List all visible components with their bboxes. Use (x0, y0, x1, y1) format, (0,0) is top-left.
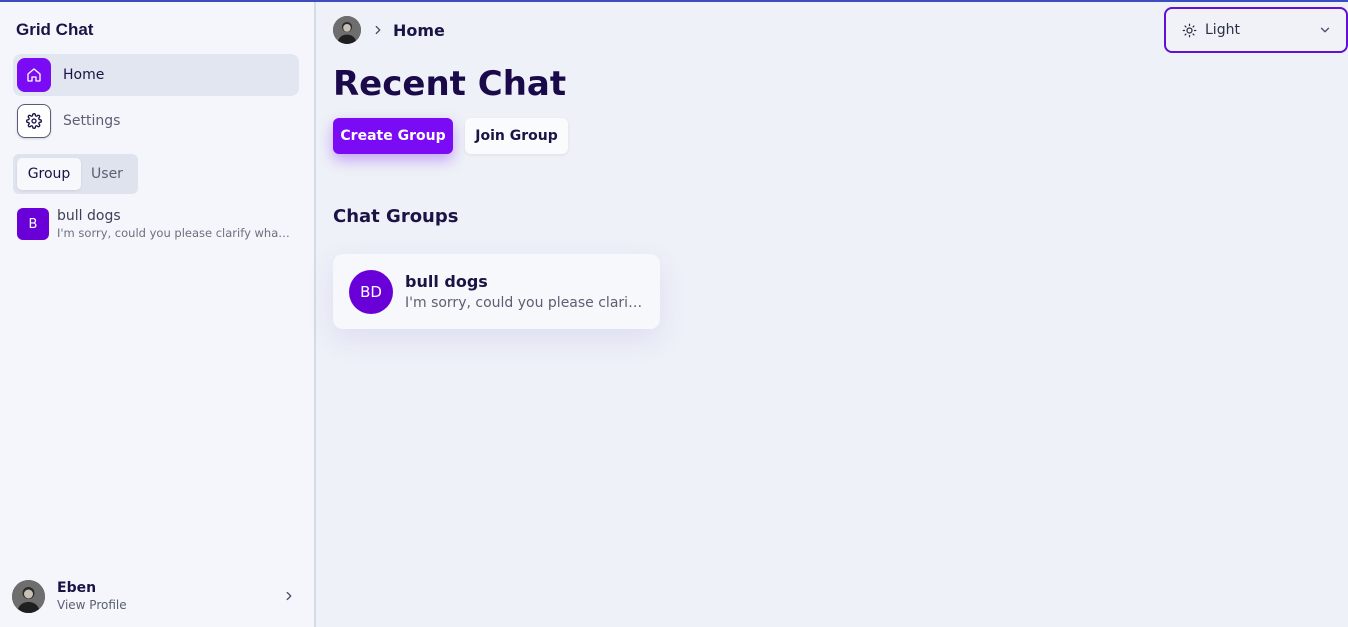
toggle-group[interactable]: Group (17, 158, 81, 190)
app-title: Grid Chat (16, 20, 94, 39)
chevron-right-icon (282, 588, 296, 607)
group-avatar: BD (349, 269, 393, 314)
breadcrumb-current: Home (393, 20, 445, 40)
chat-avatar: B (17, 208, 49, 240)
sun-icon (1182, 23, 1197, 38)
top-accent-line (0, 0, 1348, 2)
chat-name: bull dogs (57, 208, 121, 224)
breadcrumb: Home (333, 16, 445, 44)
sidebar-item-label: Settings (63, 113, 121, 129)
chevron-down-icon (1318, 23, 1332, 37)
toggle-user[interactable]: User (81, 158, 133, 190)
group-preview: I'm sorry, could you please clarify what… (405, 294, 645, 311)
profile-name: Eben (57, 580, 97, 596)
chat-preview: I'm sorry, could you please clarify what… (57, 226, 293, 240)
group-user-toggle: Group User (13, 154, 138, 194)
profile-link[interactable]: Eben View Profile (12, 578, 302, 614)
join-group-button[interactable]: Join Group (465, 118, 568, 154)
sidebar-item-settings[interactable]: Settings (13, 100, 299, 142)
theme-select[interactable]: Light (1164, 7, 1348, 53)
sidebar-item-label: Home (63, 67, 105, 83)
theme-select-value: Light (1205, 22, 1240, 38)
group-card[interactable]: BD bull dogs I'm sorry, could you please… (333, 254, 660, 329)
sidebar-item-home[interactable]: Home (13, 54, 299, 96)
view-profile-link: View Profile (57, 598, 127, 612)
create-group-button[interactable]: Create Group (333, 118, 453, 154)
avatar[interactable] (333, 16, 361, 44)
gear-icon (17, 104, 51, 138)
sidebar: Grid Chat Home Settings Group User B bul… (0, 0, 316, 627)
avatar (12, 579, 45, 613)
group-name: bull dogs (405, 271, 488, 291)
section-title: Chat Groups (333, 206, 459, 227)
chevron-right-icon (371, 23, 385, 37)
sidebar-chat-item[interactable]: B bull dogs I'm sorry, could you please … (17, 207, 297, 243)
home-icon (17, 58, 51, 92)
page-title: Recent Chat (333, 64, 567, 104)
